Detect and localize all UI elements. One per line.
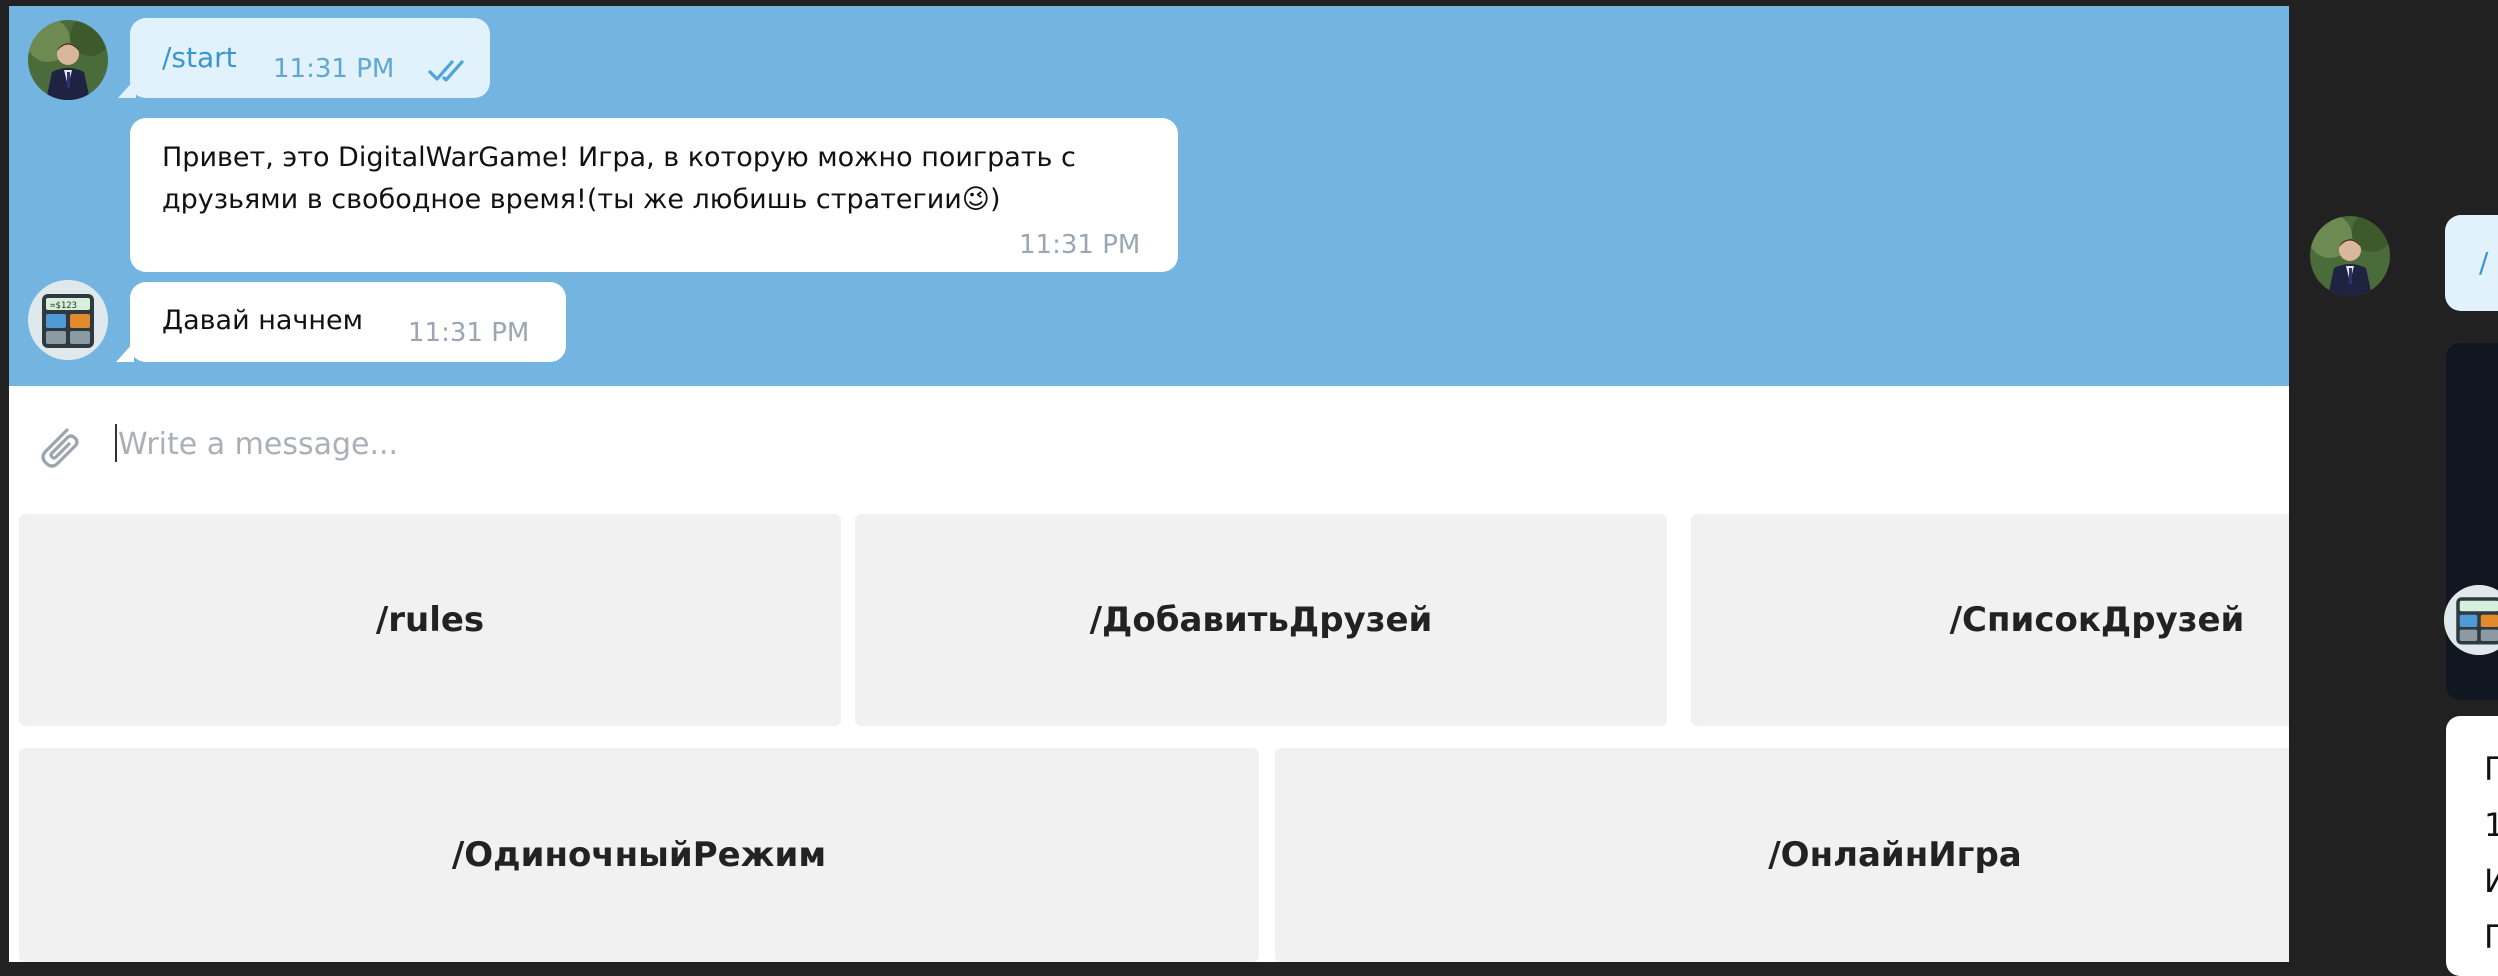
paperclip-icon[interactable] xyxy=(29,416,89,476)
user-avatar-image xyxy=(28,20,108,100)
svg-text:=$123: =$123 xyxy=(50,301,77,311)
user-avatar-right[interactable] xyxy=(2310,216,2390,296)
right-text-line: И xyxy=(2484,862,2498,900)
message-intro-text: Привет, это DigitalWarGame! Игра, в кото… xyxy=(162,142,1076,215)
kb-add-friends-button[interactable]: /ДобавитьДрузей xyxy=(855,514,1667,726)
right-text-card: П 1 И П xyxy=(2446,716,2498,976)
message-input[interactable] xyxy=(116,420,1720,468)
bubble-tail xyxy=(116,342,134,362)
message-intro-time: 11:31 PM xyxy=(1019,230,1141,260)
kb-friends-list-button[interactable]: /СписокДрузей xyxy=(1691,514,2289,726)
bubble-tail xyxy=(118,78,136,98)
kb-online-game-button[interactable]: /ОнлайнИгра xyxy=(1275,748,2289,962)
message-lets-start-time: 11:31 PM xyxy=(408,318,530,348)
bot-keyboard: /rules /ДобавитьДрузей /СписокДрузей /Од… xyxy=(9,512,2289,962)
calculator-icon: =$123 xyxy=(28,280,108,360)
kb-rules-button[interactable]: /rules xyxy=(19,514,841,726)
message-lets-start-text: Давай начнем xyxy=(162,305,364,336)
right-text-line: 1 xyxy=(2484,806,2498,844)
message-start-text[interactable]: /start xyxy=(162,37,237,79)
kb-single-mode-button[interactable]: /ОдиночныйРежим xyxy=(19,748,1259,962)
calculator-icon xyxy=(2444,585,2498,655)
double-check-icon xyxy=(428,60,464,82)
right-message-bubble[interactable]: / xyxy=(2445,215,2498,311)
right-text-line: П xyxy=(2484,750,2498,788)
user-avatar-image xyxy=(2310,216,2390,296)
right-message-text: / xyxy=(2479,246,2489,279)
bot-avatar-right[interactable] xyxy=(2444,585,2498,655)
right-dark-card xyxy=(2444,343,2498,700)
user-avatar[interactable] xyxy=(28,20,108,100)
message-start-time: 11:31 PM xyxy=(273,54,395,84)
right-text-line: П xyxy=(2484,918,2498,956)
bot-avatar[interactable]: =$123 xyxy=(28,280,108,360)
